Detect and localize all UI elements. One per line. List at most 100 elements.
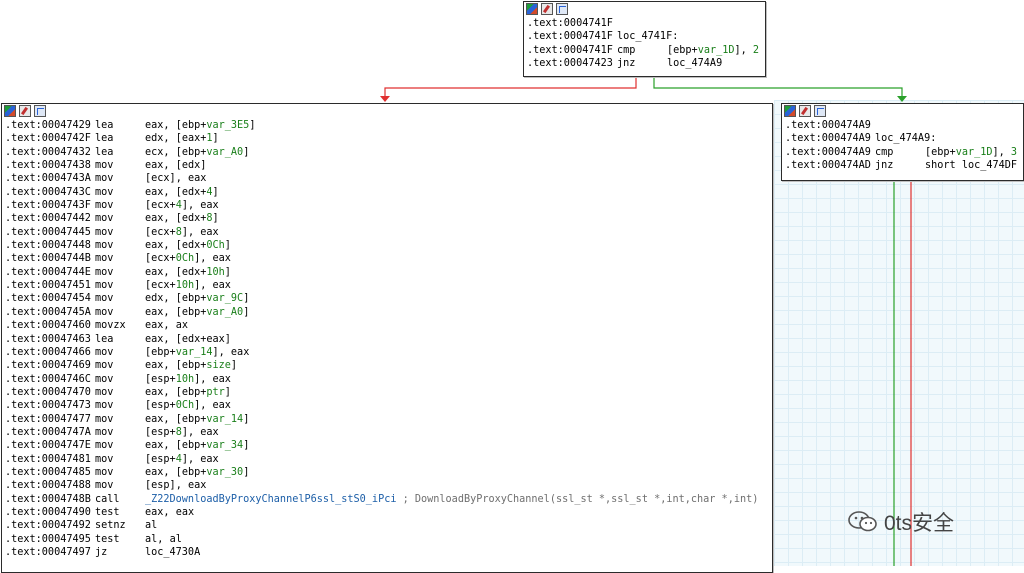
operands[interactable]: short loc_474DF (925, 160, 1017, 171)
top-block[interactable]: .text:0004741F .text:0004741F loc_4741F: .t… (523, 1, 766, 77)
operands[interactable]: eax, ax (145, 320, 188, 331)
code-line[interactable]: .text:0004743C mov eax, [edx+4] (5, 186, 772, 199)
code-line[interactable]: .text:00047429 lea eax, [ebp+var_3E5] (5, 119, 772, 132)
code-line[interactable]: .text:00047490 test eax, eax (5, 506, 772, 519)
address: .text:0004742F (5, 133, 91, 145)
code-line[interactable]: .text:00047469 mov eax, [ebp+size] (5, 359, 772, 372)
rename-icon[interactable] (541, 3, 553, 15)
operands[interactable]: al, al (145, 534, 182, 545)
code-line[interactable]: .text:0004741F (527, 17, 765, 30)
code-line[interactable]: .text:0004741F cmp [ebp+var_1D], 2 (527, 44, 765, 57)
operands[interactable]: eax, [edx] (145, 160, 206, 171)
code-line[interactable]: .text:00047463 lea eax, [edx+eax] (5, 333, 772, 346)
operand-token: edx (181, 240, 201, 252)
operands[interactable]: eax, [edx+0Ch] (145, 240, 231, 251)
operands[interactable]: eax, [ebp+var_34] (145, 440, 249, 451)
code-line[interactable]: .text:00047423 jnz loc_474A9 (527, 57, 765, 70)
operands[interactable]: [esp+8], eax (145, 427, 219, 438)
operands[interactable]: al (145, 520, 157, 531)
code-line[interactable]: .text:0004743F mov [ecx+4], eax (5, 199, 772, 212)
operands[interactable]: edx, [eax+1] (145, 133, 219, 144)
code-line[interactable]: .text:00047460 movzx eax, ax (5, 319, 772, 332)
code-line[interactable]: .text:00047442 mov eax, [edx+8] (5, 212, 772, 225)
operands[interactable]: eax, [ebp+size] (145, 360, 237, 371)
operands[interactable]: edx, [ebp+var_9C] (145, 293, 249, 304)
operands[interactable]: eax, [edx+10h] (145, 267, 231, 278)
operands[interactable]: [ebp+var_1D], 3 (925, 147, 1017, 158)
code-line[interactable]: .text:00047488 mov [esp], eax (5, 479, 772, 492)
operands[interactable]: [ecx+8], eax (145, 227, 219, 238)
operands[interactable]: eax, [ebp+ptr] (145, 387, 231, 398)
code-line[interactable]: .text:00047485 mov eax, [ebp+var_30] (5, 466, 772, 479)
operands[interactable]: eax, [edx+eax] (145, 334, 231, 345)
code-line[interactable]: .text:0004747A mov [esp+8], eax (5, 426, 772, 439)
left-block[interactable]: .text:00047429 lea eax, [ebp+var_3E5] .text… (1, 103, 773, 573)
operand-token: , (163, 293, 176, 305)
code-line[interactable]: .text:00047432 lea ecx, [ebp+var_A0] (5, 146, 772, 159)
operands[interactable]: [ecx+10h], eax (145, 280, 231, 291)
code-line[interactable]: .text:00047466 mov [ebp+var_14], eax (5, 346, 772, 359)
operands[interactable]: [ecx], eax (145, 173, 206, 184)
address: .text:0004744E (5, 266, 91, 278)
operand-symbol: var_34 (206, 440, 244, 452)
code-line[interactable]: .text:00047451 mov [ecx+10h], eax (5, 279, 772, 292)
code-line[interactable]: .text:00047438 mov eax, [edx] (5, 159, 772, 172)
code-line[interactable]: .text:0004741F loc_4741F: (527, 30, 765, 43)
node-color-icon[interactable] (4, 105, 16, 117)
operands[interactable]: [ecx+0Ch], eax (145, 253, 231, 264)
code-line[interactable]: .text:00047481 mov [esp+4], eax (5, 453, 772, 466)
code-line[interactable]: .text:0004743A mov [ecx], eax (5, 172, 772, 185)
code-line[interactable]: .text:0004744E mov eax, [edx+10h] (5, 266, 772, 279)
code-line[interactable]: .text:00047448 mov eax, [edx+0Ch] (5, 239, 772, 252)
operands[interactable]: [esp], eax (145, 480, 206, 491)
code-line[interactable]: .text:0004744B mov [ecx+0Ch], eax (5, 252, 772, 265)
code-line[interactable]: .text:00047495 test al, al (5, 533, 772, 546)
graph-view-icon[interactable] (34, 105, 46, 117)
mnemonic: mov (95, 280, 114, 292)
address: .text:0004747E (5, 440, 91, 452)
node-color-icon[interactable] (784, 105, 796, 117)
code-line[interactable]: .text:000474A9 loc_474A9: (785, 132, 1023, 145)
operands[interactable]: [ebp+var_1D], 2 (667, 45, 759, 56)
operands[interactable]: eax, [ebp+var_14] (145, 414, 249, 425)
code-line[interactable]: .text:00047445 mov [ecx+8], eax (5, 226, 772, 239)
code-label[interactable]: loc_4741F: (617, 31, 678, 42)
graph-view-icon[interactable] (814, 105, 826, 117)
operands[interactable]: loc_4730A (145, 547, 200, 558)
operands[interactable]: eax, [ebp+var_3E5] (145, 120, 255, 131)
operands[interactable]: ecx, [ebp+var_A0] (145, 147, 249, 158)
code-line[interactable]: .text:0004748B call _Z22DownloadByProxyCha… (5, 493, 772, 506)
code-line[interactable]: .text:00047454 mov edx, [ebp+var_9C] (5, 292, 772, 305)
code-line[interactable]: .text:000474AD jnz short loc_474DF (785, 159, 1023, 172)
code-line[interactable]: .text:00047492 setnz al (5, 519, 772, 532)
code-line[interactable]: .text:00047497 jz loc_4730A (5, 546, 772, 559)
graph-view-icon[interactable] (556, 3, 568, 15)
right-block[interactable]: .text:000474A9 .text:000474A9 loc_474A9: .t… (781, 103, 1024, 181)
rename-icon[interactable] (19, 105, 31, 117)
operands[interactable]: eax, [edx+4] (145, 187, 219, 198)
operands[interactable]: [ecx+4], eax (145, 200, 219, 211)
code-line[interactable]: .text:0004742F lea edx, [eax+1] (5, 132, 772, 145)
operands[interactable]: [ebp+var_14], eax (145, 347, 249, 358)
code-line[interactable]: .text:00047473 mov [esp+0Ch], eax (5, 399, 772, 412)
operands[interactable]: eax, [ebp+var_A0] (145, 307, 249, 318)
code-line[interactable]: .text:00047470 mov eax, [ebp+ptr] (5, 386, 772, 399)
operands[interactable]: loc_474A9 (667, 58, 722, 69)
code-line[interactable]: .text:000474A9 cmp [ebp+var_1D], 3 (785, 146, 1023, 159)
rename-icon[interactable] (799, 105, 811, 117)
operands[interactable]: _Z22DownloadByProxyChannelP6ssl_stS0_iPc… (145, 494, 396, 505)
node-color-icon[interactable] (526, 3, 538, 15)
code-line[interactable]: .text:00047477 mov eax, [ebp+var_14] (5, 413, 772, 426)
operands[interactable]: eax, [edx+8] (145, 213, 219, 224)
code-line[interactable]: .text:0004745A mov eax, [ebp+var_A0] (5, 306, 772, 319)
code-label[interactable]: loc_474A9: (875, 133, 936, 144)
code-line[interactable]: .text:000474A9 (785, 119, 1023, 132)
operands[interactable]: [esp+4], eax (145, 454, 219, 465)
operands[interactable]: eax, eax (145, 507, 194, 518)
operands[interactable]: eax, [ebp+var_30] (145, 467, 249, 478)
address: .text:000474A9 (785, 133, 871, 145)
operands[interactable]: [esp+0Ch], eax (145, 400, 231, 411)
operands[interactable]: [esp+10h], eax (145, 374, 231, 385)
code-line[interactable]: .text:0004746C mov [esp+10h], eax (5, 373, 772, 386)
code-line[interactable]: .text:0004747E mov eax, [ebp+var_34] (5, 439, 772, 452)
